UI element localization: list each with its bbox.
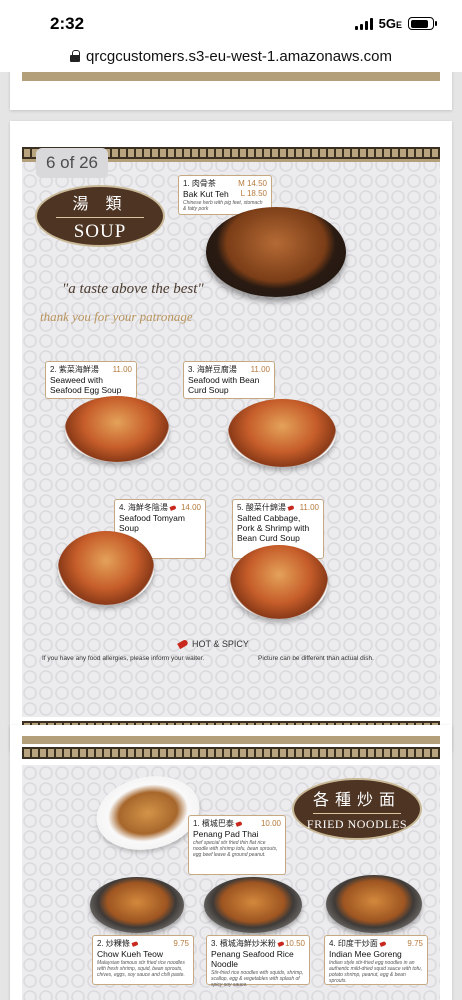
item-description: chef special stir fried thin flat rice n… — [193, 840, 278, 858]
section-title-en: SOUP — [73, 220, 127, 242]
item-number: 2. 紫菜海鮮湯 — [50, 365, 99, 374]
status-indicators: 5GE — [354, 16, 437, 31]
item-number: 1. 檳城巴泰 — [193, 819, 234, 828]
item-name: Indian Mee Goreng — [329, 949, 402, 959]
section-title-cn: 湯 類 — [72, 193, 128, 213]
section-title-fried-noodles: 各種炒面 FRIED NOODLES — [292, 778, 422, 840]
item-name: Bak Kut Teh — [183, 189, 229, 199]
previous-page — [10, 72, 452, 110]
salted-cabbage-soup-photo — [230, 545, 328, 619]
item-price: 14.00 — [180, 503, 201, 512]
status-time: 2:32 — [50, 14, 85, 33]
item-price-l: L 18.50 — [240, 189, 267, 198]
battery-level — [410, 19, 428, 28]
item-number: 4. 印度干炒面 — [329, 939, 378, 948]
menu-item-chow-kueh-teow[interactable]: 2. 炒粿條 9.75 Chow Kueh Teow Malaysian famo… — [92, 935, 194, 985]
bak-kut-teh-photo — [206, 207, 346, 297]
penang-seafood-rice-noodle-photo — [204, 877, 302, 933]
item-number: 2. 炒粿條 — [97, 939, 130, 948]
seafood-bean-curd-soup-photo — [228, 399, 336, 467]
menu-item-penang-seafood-rice-noodle[interactable]: 3. 檳城海鮮炒米粉 10.50 Penang Seafood Rice Nood… — [206, 935, 310, 988]
lock-icon — [70, 50, 81, 62]
item-number: 3. 海鮮豆腐湯 — [188, 365, 237, 374]
item-name: Salted Cabbage, Pork & Shrimp with Bean … — [237, 513, 310, 543]
item-description: Stir-fried rice noodles with squids, shr… — [211, 970, 304, 988]
item-price: 11.00 — [299, 503, 319, 512]
tagline: "a taste above the best" — [62, 281, 204, 297]
legend-label: HOT & SPICY — [192, 639, 249, 649]
url-text[interactable]: qrcgcustomers.s3-eu-west-1.amazonaws.com — [86, 48, 392, 65]
item-description: Indian style stir-fried egg noodles in a… — [329, 960, 423, 984]
item-price: 10.50 — [284, 939, 305, 948]
network-type: 5GE — [378, 16, 402, 31]
menu-item-penang-pad-thai[interactable]: 1. 檳城巴泰 10.00 Penang Pad Thai chef specia… — [188, 815, 286, 875]
seaweed-soup-photo — [65, 396, 169, 462]
item-number: 3. 檳城海鮮炒米粉 — [211, 939, 276, 948]
menu-page-fried-noodles: 各種炒面 FRIED NOODLES 1. 檳城巴泰 10.00 Penang P… — [10, 725, 452, 1000]
chili-icon — [277, 941, 285, 947]
menu-item-seafood-bean-curd-soup[interactable]: 3. 海鮮豆腐湯 11.00 Seafood with Bean Curd Sou… — [183, 361, 275, 399]
section-title-en: FRIED NOODLES — [306, 817, 408, 831]
item-price: 10.00 — [260, 819, 281, 828]
menu-item-seaweed-soup[interactable]: 2. 紫菜海鮮湯 11.00 Seaweed with Seafood Egg S… — [45, 361, 137, 399]
item-number: 1. 肉骨茶 — [183, 179, 216, 188]
chili-pepper-icon — [177, 638, 189, 650]
item-number: 4. 海鮮冬陰湯 — [119, 503, 168, 512]
item-price: 11.00 — [112, 365, 132, 374]
chili-icon — [287, 505, 295, 511]
status-bar: 2:32 5GE — [0, 0, 462, 40]
item-price: 9.75 — [407, 939, 423, 948]
item-name: Penang Seafood Rice Noodle — [211, 949, 294, 969]
item-price-m: M 14.50 — [238, 179, 267, 188]
battery-icon — [408, 17, 437, 30]
top-gold-band — [22, 736, 440, 744]
chow-kueh-teow-photo — [90, 877, 184, 933]
top-meander-border — [22, 747, 440, 759]
item-number: 5. 酸菜什錦湯 — [237, 503, 286, 512]
chili-icon — [131, 941, 139, 947]
section-title-soup: 湯 類 SOUP — [35, 185, 165, 247]
address-bar[interactable]: qrcgcustomers.s3-eu-west-1.amazonaws.com — [0, 40, 462, 72]
item-name: Penang Pad Thai — [193, 829, 259, 839]
item-name: Seafood Tomyam Soup — [119, 513, 185, 533]
tomyam-soup-photo — [58, 531, 154, 605]
signal-icon — [354, 17, 373, 30]
chili-icon — [169, 505, 177, 511]
menu-page-soup: 6 of 26 湯 類 SOUP 1. 肉骨茶 M 14.50 Bak Kut T… — [10, 121, 452, 751]
menu-item-indian-mee-goreng[interactable]: 4. 印度干炒面 9.75 Indian Mee Goreng Indian st… — [324, 935, 428, 985]
title-divider — [55, 216, 145, 218]
allergy-note: If you have any food allergies, please i… — [42, 655, 205, 662]
item-name: Seafood with Bean Curd Soup — [188, 375, 260, 395]
item-name: Seaweed with Seafood Egg Soup — [50, 375, 122, 395]
section-title-cn: 各種炒面 — [312, 790, 401, 809]
picture-note: Picture can be different than actual dis… — [258, 655, 374, 662]
document-viewer[interactable]: 6 of 26 湯 類 SOUP 1. 肉骨茶 M 14.50 Bak Kut T… — [0, 72, 462, 1000]
decorative-band — [22, 72, 440, 81]
item-description: Malaysian famous stir fried rice noodles… — [97, 960, 185, 978]
chili-icon — [379, 941, 387, 947]
chili-icon — [235, 821, 243, 827]
item-name: Chow Kueh Teow — [97, 949, 163, 959]
page-indicator: 6 of 26 — [36, 148, 108, 178]
title-divider — [312, 813, 402, 814]
item-price: 11.00 — [250, 365, 270, 374]
item-price: 9.75 — [173, 939, 189, 948]
hot-spicy-legend: HOT & SPICY — [177, 638, 249, 650]
indian-mee-goreng-photo — [326, 875, 422, 933]
thanks-text: thank you for your patronage — [40, 309, 193, 324]
